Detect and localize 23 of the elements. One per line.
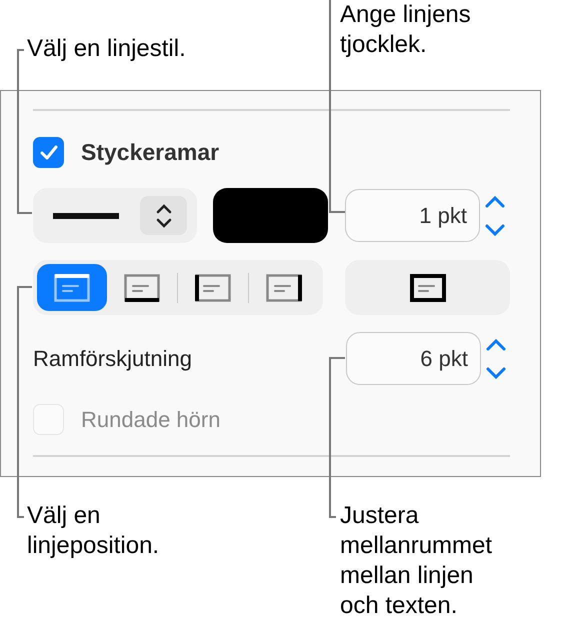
callout-text: Justera mellanrummet mellan linjen och texten. [340, 501, 494, 621]
border-position-icon [410, 274, 446, 302]
line-style-popup[interactable] [33, 188, 197, 243]
chevron-up-down-icon [156, 202, 172, 228]
border-position-icon [124, 274, 160, 302]
stepper-arrows-icon[interactable] [485, 336, 507, 380]
checkbox-label: Styckeramar [81, 139, 220, 166]
offset-field[interactable]: 6 pkt [346, 332, 481, 385]
all-borders-button[interactable] [345, 260, 510, 315]
offset-label: Ramförskjutning [33, 346, 193, 372]
border-position-icon [266, 274, 302, 302]
thickness-field[interactable]: 1 pkt [345, 189, 480, 242]
border-position-icon [195, 274, 231, 302]
checkbox[interactable] [33, 137, 64, 168]
callout-text: Ange linjens tjocklek. [340, 0, 472, 60]
color-well[interactable] [213, 188, 328, 243]
line-style-icon [53, 212, 119, 218]
border-position-icon [54, 274, 90, 302]
checkbox-label: Rundade hörn [81, 406, 220, 432]
stepper-arrows-icon[interactable] [484, 194, 506, 238]
callout-text: Välj en linjeposition. [26, 501, 160, 561]
checkmark-icon [40, 144, 58, 160]
callout-text: Välj en linjestil. [26, 34, 187, 64]
